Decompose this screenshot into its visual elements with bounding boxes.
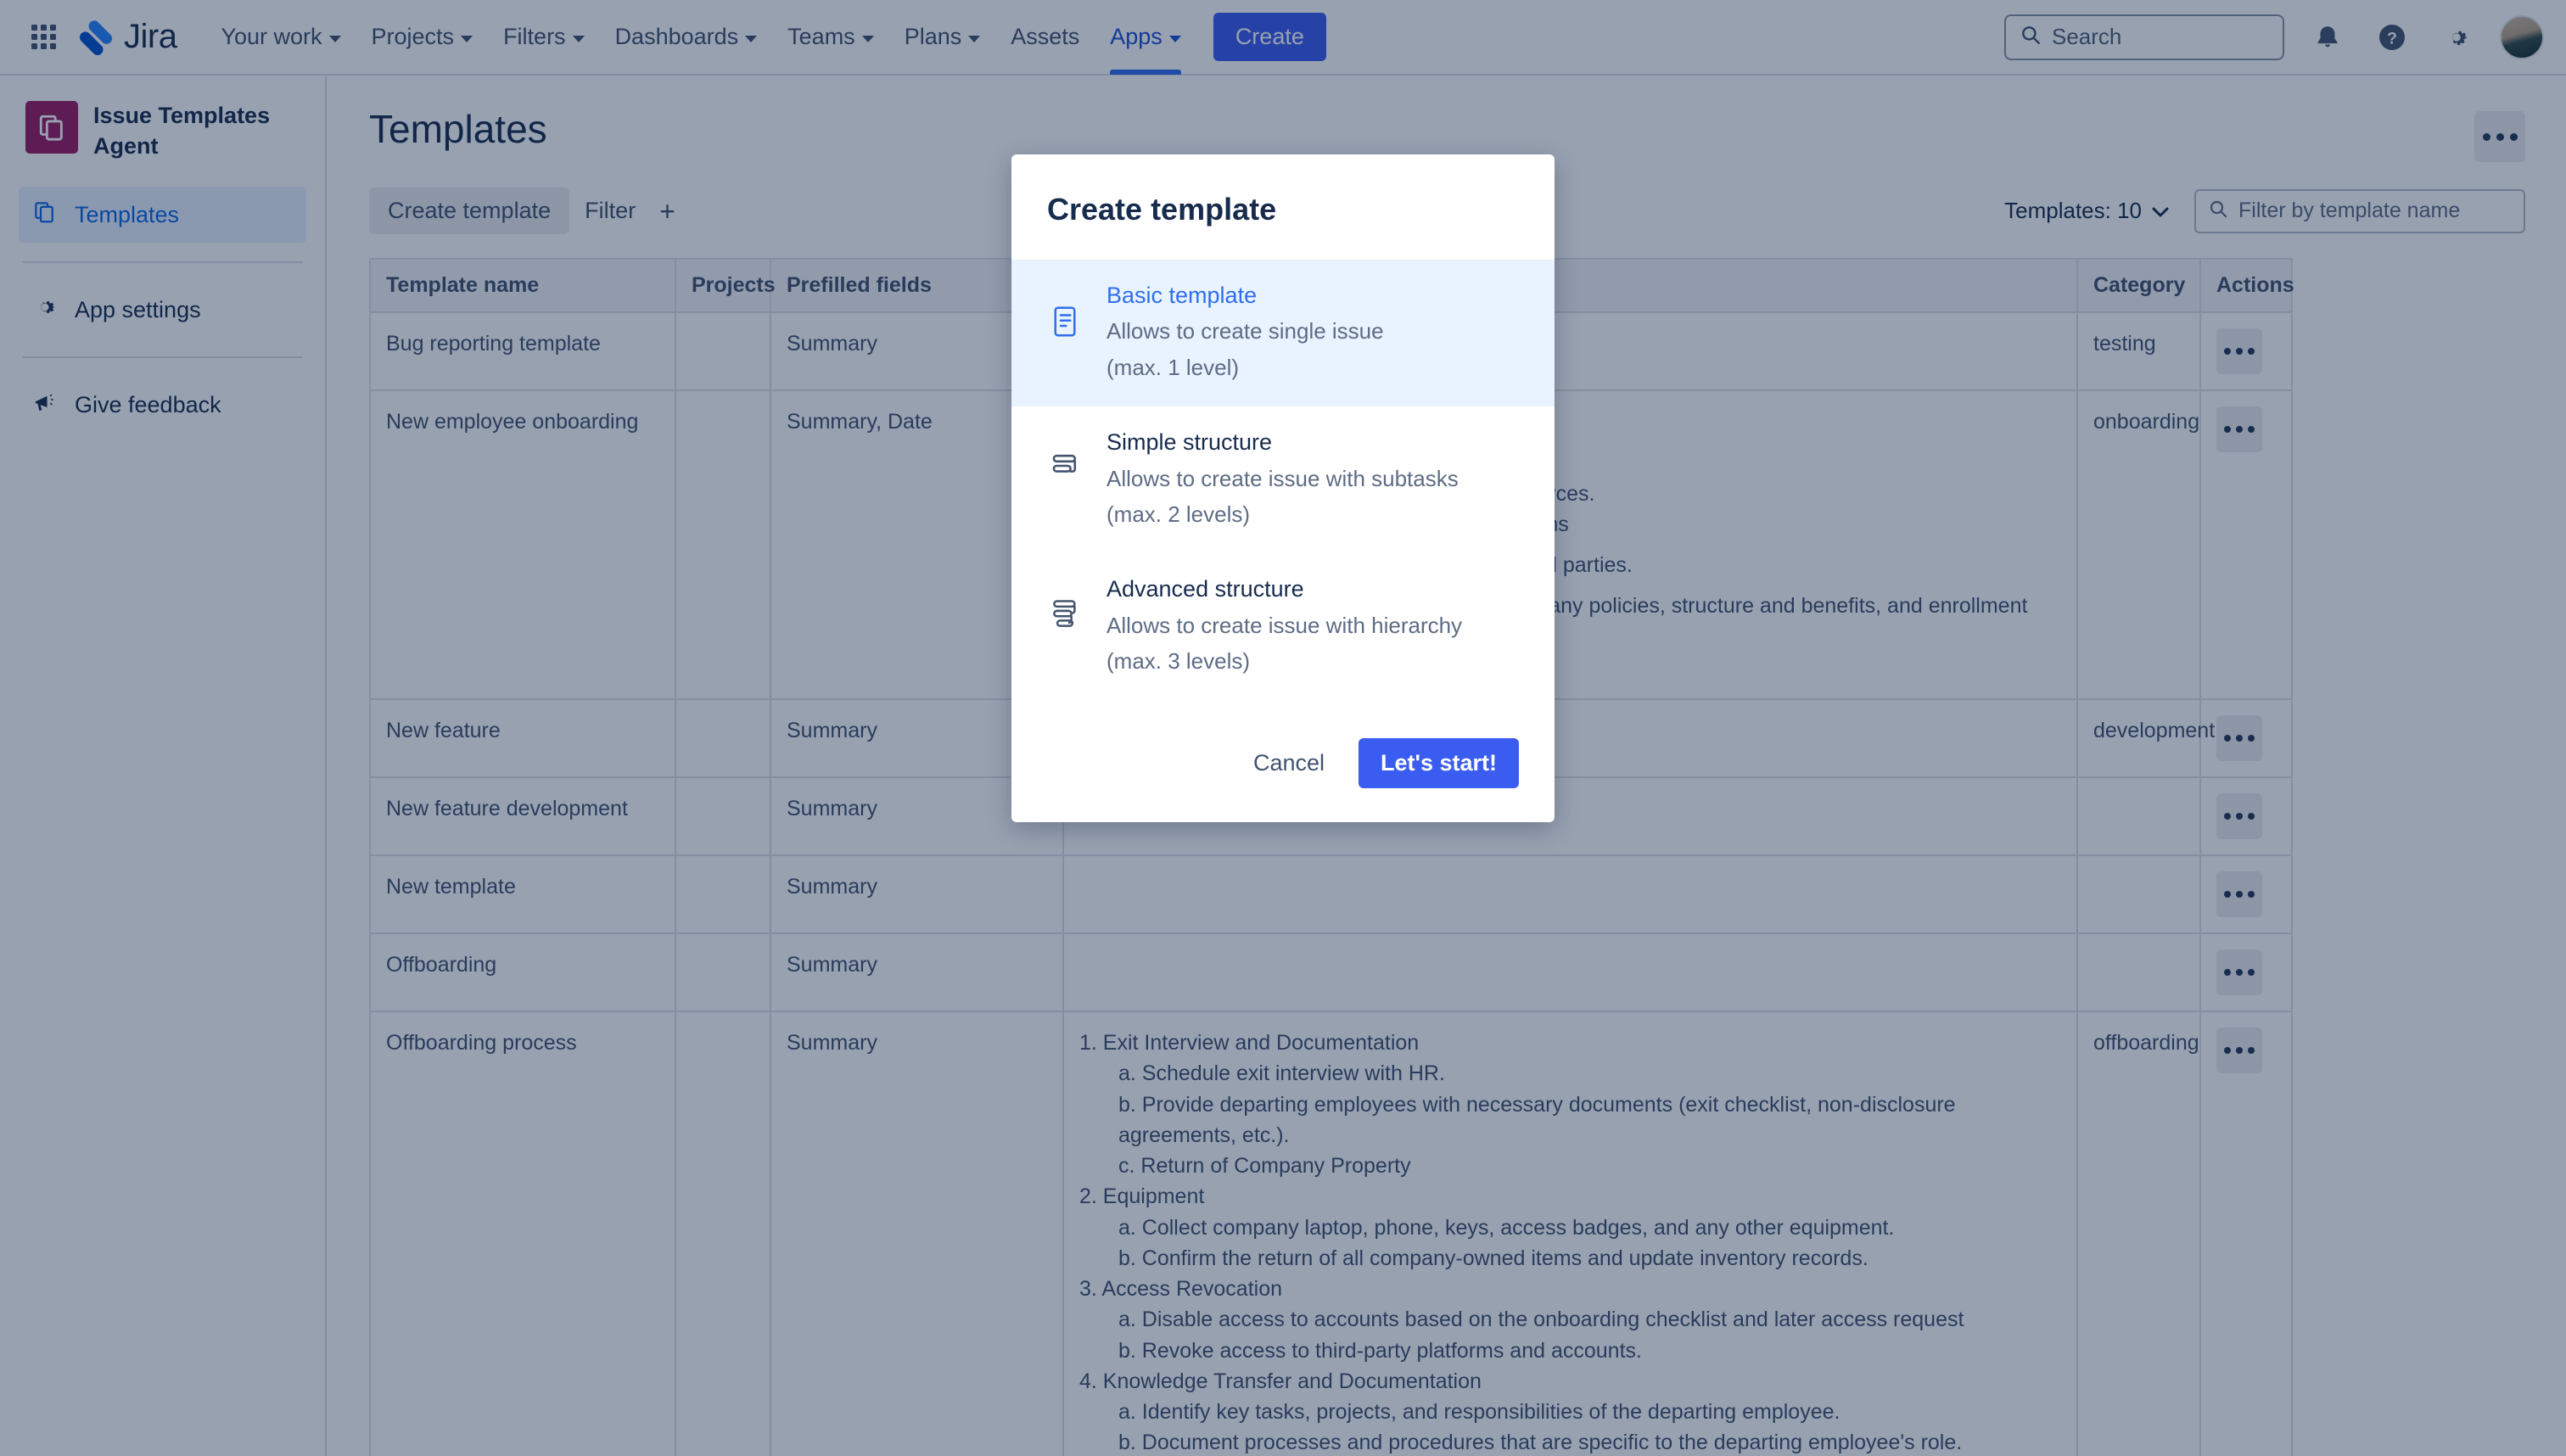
modal-footer: Cancel Let's start! bbox=[1011, 701, 1555, 788]
option-desc-line2: (max. 3 levels) bbox=[1107, 648, 1251, 675]
option-desc-line2: (max. 1 level) bbox=[1107, 354, 1240, 380]
create-template-modal: Create template Basic template Allows to… bbox=[1011, 154, 1555, 822]
option-desc-line1: Allows to create single issue bbox=[1107, 318, 1384, 344]
option-title: Simple structure bbox=[1107, 429, 1273, 456]
template-type-options: Basic template Allows to create single i… bbox=[1011, 260, 1555, 701]
option-desc-line1: Allows to create issue with subtasks bbox=[1107, 465, 1459, 491]
option-title: Advanced structure bbox=[1107, 576, 1304, 602]
three-level-hierarchy-icon bbox=[1047, 574, 1083, 631]
lets-start-button[interactable]: Let's start! bbox=[1359, 737, 1519, 788]
option-basic-template[interactable]: Basic template Allows to create single i… bbox=[1011, 260, 1555, 407]
two-level-hierarchy-icon bbox=[1047, 427, 1083, 479]
option-title: Basic template bbox=[1107, 283, 1258, 308]
option-simple-structure[interactable]: Simple structure Allows to create issue … bbox=[1011, 406, 1555, 553]
cancel-button[interactable]: Cancel bbox=[1236, 739, 1342, 787]
modal-title: Create template bbox=[1047, 192, 1277, 227]
option-advanced-structure[interactable]: Advanced structure Allows to create issu… bbox=[1011, 553, 1555, 700]
option-desc-line2: (max. 2 levels) bbox=[1107, 501, 1251, 528]
option-desc-line1: Allows to create issue with hierarchy bbox=[1107, 612, 1463, 638]
document-lines-icon bbox=[1047, 280, 1083, 338]
